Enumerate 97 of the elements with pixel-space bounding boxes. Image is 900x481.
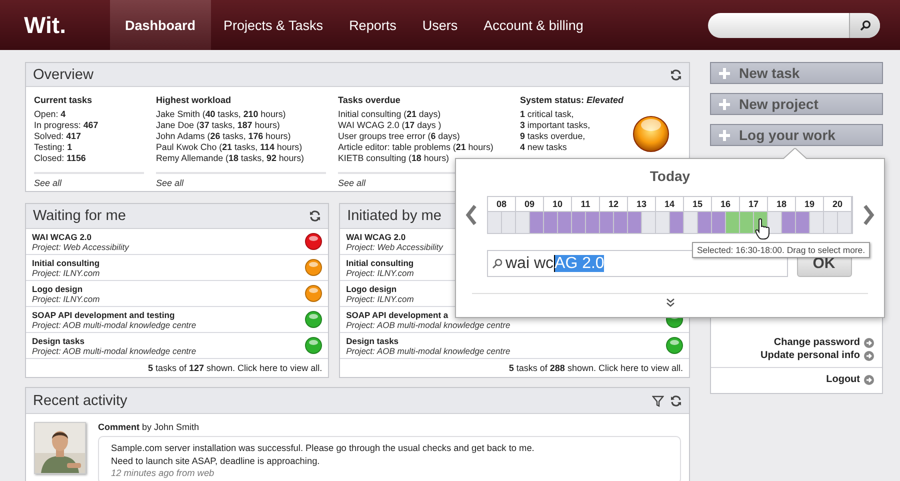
hand-cursor-icon <box>755 218 771 240</box>
panel-title: Overview <box>33 66 94 83</box>
status-orb-icon <box>632 115 670 154</box>
popup-title: Today <box>650 168 690 184</box>
refresh-icon[interactable] <box>670 68 682 81</box>
task-project: Project: ILNY.com <box>32 268 100 278</box>
task-title: SOAP API development a <box>346 310 448 320</box>
view-all-link[interactable]: 5 tasks of 127 shown. Click here to view all. <box>26 359 328 378</box>
logo[interactable]: Wit. <box>0 0 110 50</box>
task-row[interactable]: SOAP API development and testing Project: AOB multi-modal knowledge centre <box>26 307 328 334</box>
task-project: Project: Web Accessibility <box>32 242 129 252</box>
action-button[interactable]: New task <box>710 62 883 84</box>
chevron-left-icon[interactable] <box>465 204 477 226</box>
task-project: Project: AOB multi-modal knowledge centre <box>346 320 510 330</box>
filter-icon[interactable] <box>652 394 664 406</box>
stat-line: Paul Kwok Cho (21 tasks, 114 hours) <box>156 142 304 154</box>
account-link[interactable]: Update personal info <box>760 350 874 361</box>
plus-icon <box>719 98 730 110</box>
search-icon <box>860 20 870 30</box>
nav-tab[interactable]: Account & billing <box>470 0 596 50</box>
column-title: System status: Elevated <box>520 95 625 106</box>
see-all-link[interactable]: See all <box>156 178 184 188</box>
task-title: Initial consulting <box>346 258 414 268</box>
task-title: SOAP API development and testing <box>32 310 175 320</box>
nav-tab[interactable]: Reports <box>336 0 410 50</box>
action-button[interactable]: Log your work <box>710 124 883 146</box>
panel-title: Recent activity <box>33 392 128 408</box>
task-title: Logo design <box>32 284 83 294</box>
search-button[interactable] <box>849 12 880 38</box>
arrow-circle-icon <box>864 350 874 360</box>
nav-tab[interactable]: Projects & Tasks <box>210 0 336 50</box>
task-row[interactable]: Design tasks Project: AOB multi-modal knowledge centre <box>26 333 328 360</box>
column-title: Highest workload <box>156 95 232 106</box>
stat-line: 4 new tasks <box>520 142 568 154</box>
task-title: Design tasks <box>346 336 399 346</box>
stat-line: Open: 4 <box>34 109 67 120</box>
stat-line: John Adams (26 tasks, 176 hours) <box>156 131 292 142</box>
comment-text: Sample.com server installation was successful. Please go through the usual checks and get back to me. <box>111 442 536 454</box>
task-row[interactable]: WAI WCAG 2.0 Project: Web Accessibility <box>26 229 328 256</box>
stat-line: KIETB consulting (18 hours) <box>338 153 450 164</box>
column-title: Current tasks <box>34 95 94 106</box>
stat-line: Jake Smith (40 tasks, 210 hours) <box>156 109 287 120</box>
timeline[interactable]: 08 09 10 11 12 13 14 15 16 17 18 19 20 <box>487 196 853 234</box>
task-project: Project: AOB multi-modal knowledge centre <box>32 346 196 356</box>
account-link[interactable]: Change password <box>774 337 874 348</box>
action-button[interactable]: New project <box>710 93 883 115</box>
stat-line: Remy Allemande (18 tasks, 92 hours) <box>156 153 306 164</box>
stat-line: 9 tasks overdue, <box>520 131 586 142</box>
time-slot[interactable] <box>768 212 782 233</box>
task-title: Logo design <box>346 284 397 294</box>
plus-icon <box>719 130 730 140</box>
task-project: Project: ILNY.com <box>32 294 100 304</box>
nav-tab[interactable]: Users <box>409 0 471 50</box>
see-all-link[interactable]: See all <box>338 178 366 188</box>
arrow-circle-icon <box>864 374 874 384</box>
task-project: Project: ILNY.com <box>346 294 414 304</box>
stat-line: Jane Doe (37 tasks, 187 hours) <box>156 120 281 132</box>
stat-line: 3 important tasks, <box>520 120 592 132</box>
stat-line: User groups tree error (6 days) <box>338 131 461 142</box>
logout-link[interactable]: Logout <box>826 374 874 385</box>
panel-title: Waiting for me <box>33 208 126 224</box>
stat-line: Initial consulting (21 days) <box>338 109 442 120</box>
task-row[interactable]: Initial consulting Project: ILNY.com <box>26 255 328 282</box>
task-title: WAI WCAG 2.0 <box>346 232 406 242</box>
comment-text: Need to launch site ASAP, deadline is approaching. <box>111 455 321 467</box>
stat-line: Article editor: table problems (21 hours) <box>338 142 494 154</box>
refresh-icon[interactable] <box>670 394 682 406</box>
refresh-icon[interactable] <box>309 210 322 222</box>
stat-line: WAI WCAG 2.0 (17 days ) <box>338 120 442 132</box>
stat-line: In progress: 467 <box>34 120 100 132</box>
search-icon <box>492 258 502 269</box>
search-field[interactable] <box>708 12 880 38</box>
stat-line: Solved: 417 <box>34 131 82 142</box>
task-project: Project: AOB multi-modal knowledge centre <box>32 320 196 330</box>
arrow-circle-icon <box>864 338 874 348</box>
stat-line: Closed: 1156 <box>34 153 87 164</box>
panel-title: Initiated by me <box>347 208 442 224</box>
task-project: Project: Web Accessibility <box>346 242 443 252</box>
comment-heading: Comment by John Smith <box>98 422 200 432</box>
tooltip: Selected: 16:30-18:00. Drag to select more. <box>692 242 870 258</box>
column-title: Tasks overdue <box>338 95 402 106</box>
task-title: WAI WCAG 2.0 <box>32 232 92 242</box>
comment-time: 12 minutes ago from web <box>111 468 216 478</box>
chevron-right-icon[interactable] <box>863 204 875 226</box>
task-row[interactable]: Logo design Project: ILNY.com <box>26 281 328 308</box>
view-all-link[interactable]: 5 tasks of 288 shown. Click here to view all. <box>340 359 689 378</box>
task-project: Project: ILNY.com <box>346 268 414 278</box>
stat-line: Testing: 1 <box>34 142 73 154</box>
task-row[interactable]: Design tasks Project: AOB multi-modal knowledge centre <box>340 333 689 360</box>
nav-tab[interactable]: Dashboard <box>110 0 211 50</box>
stat-line: 1 critical task, <box>520 109 575 120</box>
plus-icon <box>719 68 730 78</box>
task-title: Initial consulting <box>32 258 100 268</box>
task-project: Project: AOB multi-modal knowledge centre <box>346 346 510 356</box>
task-title: Design tasks <box>32 336 84 346</box>
expand-icon[interactable] <box>666 298 674 307</box>
see-all-link[interactable]: See all <box>34 178 62 188</box>
